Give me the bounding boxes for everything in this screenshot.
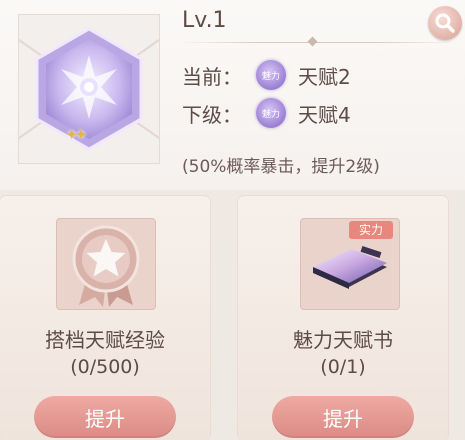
- level-label: Lv.1: [182, 8, 227, 33]
- divider-ornament: [307, 36, 318, 47]
- item-tag: 实力: [349, 221, 393, 239]
- charm-icon: 魅力: [256, 60, 286, 90]
- next-talent-row: 下级： 魅力 天赋4: [182, 98, 351, 128]
- talent-badge-frame: ✦✦: [18, 14, 160, 164]
- divider: [178, 42, 456, 43]
- hexagon-talent-icon: [35, 27, 143, 151]
- upgrade-button[interactable]: 提升: [272, 396, 414, 438]
- talent-info-panel: ✦✦ Lv.1 当前： 魅力 天赋2 下级： 魅力 天赋4 (50%概率暴击，提…: [0, 0, 465, 190]
- upgrade-button[interactable]: 提升: [34, 396, 176, 438]
- item-icon-frame: [56, 218, 156, 310]
- star-icon: ✦✦: [65, 125, 88, 144]
- search-button[interactable]: [428, 6, 462, 40]
- next-talent-value: 天赋4: [298, 102, 351, 127]
- current-talent-row: 当前： 魅力 天赋2: [182, 60, 351, 90]
- search-icon: [435, 13, 455, 33]
- current-talent-value: 天赋2: [298, 64, 351, 89]
- partner-exp-card: 搭档天赋经验 (0/500) 提升: [0, 196, 210, 440]
- item-icon-frame: 实力: [300, 218, 400, 310]
- star-medal-icon: [72, 225, 140, 307]
- crit-note: (50%概率暴击，提升2级): [182, 157, 380, 177]
- item-name: 魅力天赋书: [293, 328, 393, 352]
- charm-book-card: 实力 魅力天赋书 (0/1) 提升: [238, 196, 448, 440]
- next-label: 下级：: [182, 102, 242, 127]
- charm-icon: 魅力: [256, 98, 286, 128]
- item-count: (0/1): [320, 356, 366, 378]
- current-label: 当前：: [182, 64, 242, 89]
- item-count: (0/500): [70, 356, 140, 378]
- item-name: 搭档天赋经验: [45, 328, 165, 352]
